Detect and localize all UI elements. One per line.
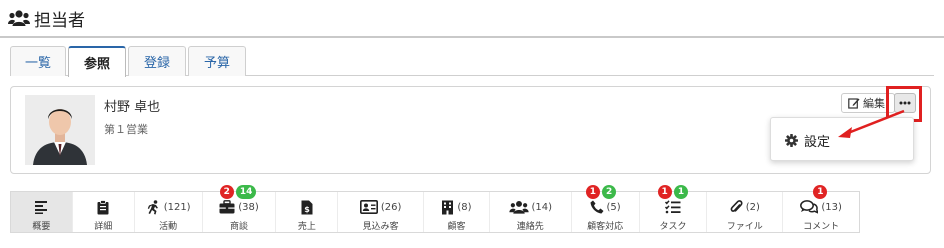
- tab-budget[interactable]: 予算: [188, 46, 246, 76]
- summary-count: (26): [380, 201, 402, 213]
- summary-tasks[interactable]: 1 1 タスク: [640, 185, 708, 232]
- summary-label: タスク: [659, 222, 687, 232]
- paperclip-icon: [730, 199, 743, 212]
- badge-green: 14: [235, 185, 257, 199]
- invoice-dollar-icon: $: [301, 200, 313, 214]
- person-photo: [25, 95, 95, 165]
- summary-count: (8): [457, 201, 472, 213]
- id-card-icon: [359, 200, 378, 214]
- clipboard-icon: [97, 199, 109, 214]
- summary-label: 詳細: [94, 222, 113, 232]
- summary-contacts[interactable]: (14) 連絡先: [490, 192, 572, 232]
- summary-customer-support[interactable]: 1 2 (5) 顧客対応: [572, 185, 640, 232]
- users-icon: [8, 10, 30, 26]
- summary-count: (5): [606, 201, 621, 213]
- phone-icon: [590, 200, 604, 214]
- summary-label: 顧客対応: [587, 222, 624, 232]
- badge-group: 1 2: [585, 185, 619, 199]
- summary-prospects[interactable]: (26) 見込み客: [338, 192, 425, 232]
- edit-icon: [848, 98, 860, 109]
- badge-group: 1: [813, 185, 829, 199]
- summary-count: (121): [163, 201, 191, 213]
- users-icon: [508, 200, 529, 214]
- summary-label: 概要: [32, 222, 51, 232]
- svg-text:$: $: [304, 205, 310, 214]
- tab-bar: 一覧 参照 登録 予算: [10, 46, 248, 77]
- summary-count: (2): [745, 201, 760, 213]
- summary-details[interactable]: 詳細: [73, 192, 135, 232]
- summary-deals[interactable]: 2 14 (38) 商談: [203, 185, 277, 232]
- badge-group: 1 1: [657, 185, 691, 199]
- person-name: 村野 卓也: [104, 100, 161, 115]
- ellipsis-icon: [899, 101, 911, 105]
- running-icon: [147, 199, 158, 214]
- edit-button-label: 編集: [863, 97, 885, 110]
- summary-overview[interactable]: 概要: [11, 192, 73, 232]
- summary-label: ファイル: [726, 222, 763, 232]
- comments-icon: [800, 200, 819, 214]
- summary-label: 連絡先: [516, 222, 544, 232]
- summary-comments[interactable]: 1 (13) コメント: [783, 185, 859, 232]
- badge-red: 1: [657, 185, 672, 199]
- more-options-menu: 設定: [770, 117, 914, 161]
- summary-label: 顧客: [447, 222, 466, 232]
- badge-green: 1: [673, 185, 689, 199]
- person-department: 第１営業: [104, 123, 148, 136]
- summary-files[interactable]: (2) ファイル: [707, 192, 784, 232]
- summary-sales[interactable]: $ 売上: [276, 192, 339, 232]
- summary-bar: 概要 詳細 (121) 活動 2 14 (38) 商談 $ 売上 (26) 見込…: [10, 185, 860, 233]
- page-header: 担当者: [0, 0, 944, 38]
- align-left-icon: [35, 201, 48, 214]
- more-options-button[interactable]: [894, 93, 916, 113]
- summary-count: (13): [821, 201, 842, 213]
- gear-icon: [785, 133, 798, 147]
- avatar: [25, 95, 95, 165]
- badge-red: 2: [219, 185, 234, 199]
- tab-register[interactable]: 登録: [128, 46, 186, 76]
- summary-label: 売上: [297, 222, 316, 232]
- task-list-icon: [664, 200, 681, 214]
- badge-green: 2: [601, 185, 617, 199]
- edit-button[interactable]: 編集: [841, 93, 895, 113]
- summary-label: 活動: [159, 222, 178, 232]
- menu-item-settings[interactable]: 設定: [771, 118, 915, 162]
- building-icon: [442, 200, 454, 214]
- summary-label: コメント: [803, 222, 840, 232]
- briefcase-icon: [219, 200, 235, 214]
- badge-group: 2 14: [219, 185, 259, 199]
- summary-label: 見込み客: [362, 222, 399, 232]
- tab-list[interactable]: 一覧: [10, 46, 66, 76]
- menu-item-settings-label: 設定: [804, 134, 831, 150]
- summary-customers[interactable]: (8) 顧客: [424, 192, 490, 232]
- summary-count: (14): [531, 201, 553, 213]
- summary-count: (38): [238, 201, 259, 213]
- tab-view[interactable]: 参照: [68, 46, 126, 77]
- page-title: 担当者: [34, 10, 85, 31]
- badge-red: 1: [813, 185, 828, 199]
- badge-red: 1: [585, 185, 600, 199]
- summary-activities[interactable]: (121) 活動: [135, 192, 203, 232]
- summary-label: 商談: [229, 222, 248, 232]
